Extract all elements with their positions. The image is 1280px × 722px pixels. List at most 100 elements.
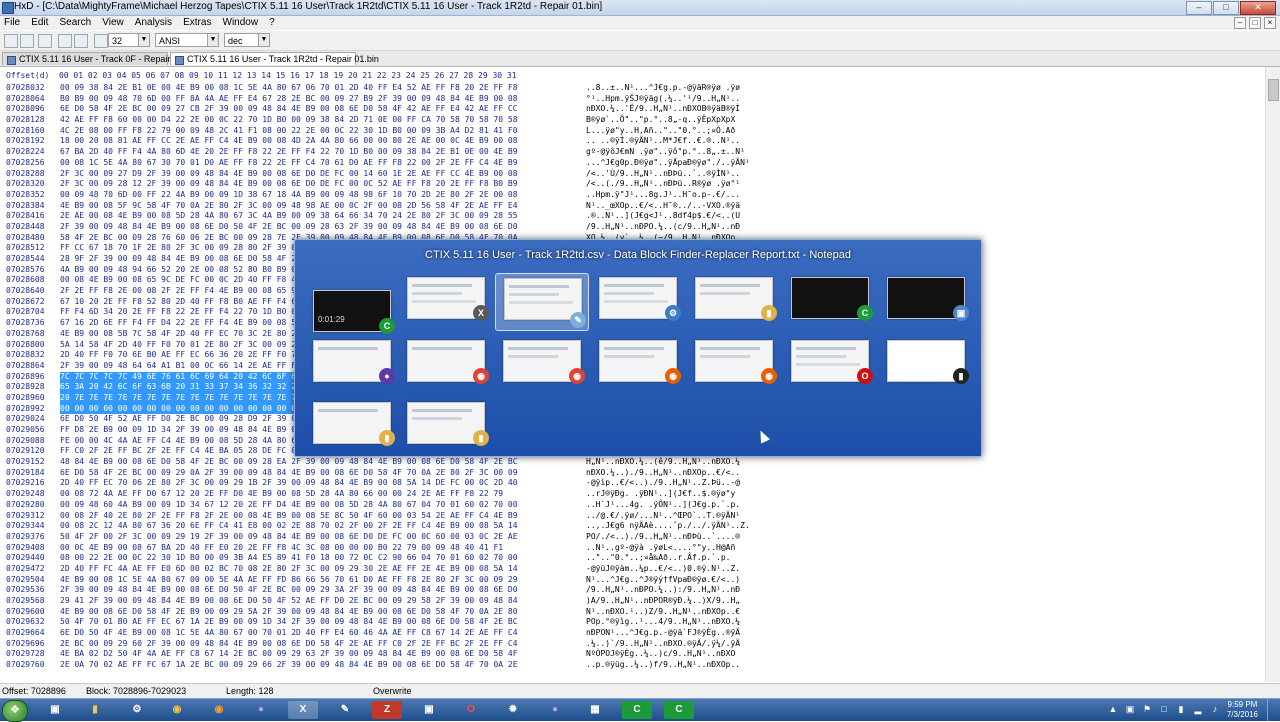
switcher-item-blank-window[interactable]: ▮	[879, 336, 971, 386]
hex-row[interactable]: 07029664 6E D0 50 4F 4E B9 00 08 1C 5E 4A…	[6, 628, 750, 639]
mdi-minimize-button[interactable]: –	[1234, 17, 1246, 29]
taskbar-camtasia-icon[interactable]: C	[622, 701, 652, 719]
open-folder-icon[interactable]	[20, 34, 34, 48]
taskbar-opera-icon[interactable]: O	[456, 701, 486, 719]
row-ascii-text[interactable]: N¹..nÐXO.¹..)Z/9..H„N¹..nÐXOp..€	[586, 607, 740, 618]
hex-row[interactable]: 07029536 2F 39 00 09 48 84 4E B9 00 08 6E…	[6, 585, 750, 596]
hex-row[interactable]: 07028448 2F 39 00 09 48 84 4E B9 00 08 6E…	[6, 222, 750, 233]
row-ascii-text[interactable]: -@ÿüJ®ÿàm..¼p..€/<..)0.®ÿ.N¹..Z.	[586, 564, 740, 575]
row-ascii-text[interactable]: ..".."0.°..;¤å‰Að..r.Âf.p.`.p.	[586, 553, 731, 564]
row-hex-bytes[interactable]: B0 B9 00 09 48 70 6D 00 FF 8A 4A AE FF E…	[60, 94, 586, 105]
switcher-item-firefox-1[interactable]: ◉	[591, 336, 683, 386]
row-hex-bytes[interactable]: 2F 3C 00 09 28 12 2F 39 00 09 48 84 4E B…	[60, 179, 586, 190]
menu-search[interactable]: Search	[55, 16, 95, 30]
hex-row[interactable]: 07028384 4E B9 00 08 5F 9C 58 4F 70 0A 2E…	[6, 201, 750, 212]
tray-flag-icon[interactable]: ⚑	[1142, 704, 1152, 714]
row-hex-bytes[interactable]: 00 08 2C 12 4A 80 67 36 20 6E FF C4 41 E…	[60, 521, 586, 532]
switcher-item-spreadsheet[interactable]: X	[399, 273, 491, 323]
row-hex-bytes[interactable]: 2D 40 FF FC 4A AE FF E0 6D 00 02 BC 70 0…	[60, 564, 586, 575]
row-hex-bytes[interactable]: 4C 2E 08 00 FF F8 22 79 00 09 48 2C 41 F…	[60, 126, 586, 137]
tray-up-arrow-icon[interactable]: ▲	[1108, 704, 1118, 714]
redo-icon[interactable]	[74, 34, 88, 48]
hex-row[interactable]: 07029760 2E 0A 70 02 AE FF FC 67 1A 2E BC…	[6, 660, 750, 671]
switcher-item-control-panel[interactable]: ⚙	[591, 273, 683, 323]
charset-select[interactable]: ANSI ▼	[155, 33, 219, 47]
row-ascii-text[interactable]: ../@.€/.ÿø/...N¹..^ŒPO`..T.®ÿÄN¹	[586, 511, 740, 522]
taskbar-media-app-icon[interactable]: ●	[246, 701, 276, 719]
switcher-item-opera[interactable]: O	[783, 336, 875, 386]
show-desktop-button[interactable]	[1267, 699, 1280, 721]
row-hex-bytes[interactable]: 4E BA 02 D2 50 4F 4A AE FF C8 67 14 2E B…	[60, 649, 586, 660]
row-hex-bytes[interactable]: 50 4F 70 01 B0 AE FF EC 67 1A 2E B9 00 0…	[60, 617, 586, 628]
row-hex-bytes[interactable]: 48 84 4E B9 00 08 6E D0 58 4F 2E BC 00 0…	[60, 457, 586, 468]
row-hex-bytes[interactable]: 2D 40 FF EC 70 06 2E 80 2F 3C 00 09 29 1…	[60, 478, 586, 489]
row-ascii-text[interactable]: ..N¹..gº-@ÿà .ÿøL<....°"y..H@Añ	[586, 543, 735, 554]
row-hex-bytes[interactable]: 00 08 1C 5E 4A 80 67 30 70 01 D0 AE FF F…	[60, 158, 586, 169]
taskbar-control-panel-icon[interactable]: ⚙	[122, 701, 152, 719]
menu-edit[interactable]: Edit	[27, 16, 52, 30]
row-hex-bytes[interactable]: 67 BA 2D 40 FF F4 4A 80 6D 4E 20 2E FF F…	[60, 147, 586, 158]
taskbar-firefox-icon[interactable]: ◉	[204, 701, 234, 719]
taskbar-window-icon[interactable]: ▣	[414, 701, 444, 719]
offset-base-select[interactable]: dec ▼	[224, 33, 270, 47]
hex-row[interactable]: 07029504 4E B9 00 08 1C 5E 4A 80 67 00 00…	[6, 575, 750, 586]
switcher-item-notepad-report[interactable]: ✎	[495, 273, 589, 331]
row-ascii-text[interactable]: )A/9..H„N¹..nÐPOR®ÿÐ.¼..)X/9..H„	[586, 596, 740, 607]
row-ascii-text[interactable]: ..p.®ÿüg..¼..)f/9..H„N¹..nÐXOp..	[586, 660, 740, 671]
taskbar-notepad-icon[interactable]: ✎	[330, 701, 360, 719]
menu-file[interactable]: File	[0, 16, 24, 30]
hex-row[interactable]: 07029472 2D 40 FF FC 4A AE FF E0 6D 00 02…	[6, 564, 750, 575]
hex-row[interactable]: 07029216 2D 40 FF EC 70 06 2E 80 2F 3C 00…	[6, 478, 750, 489]
row-ascii-text[interactable]: PO/./<..)./9..H„N¹..nÐÞü..`....®	[586, 532, 740, 543]
hex-row[interactable]: 07028320 2F 3C 00 09 28 12 2F 39 00 09 48…	[6, 179, 750, 190]
row-hex-bytes[interactable]: 2F 3C 00 09 27 D9 2F 39 00 09 48 84 4E B…	[60, 169, 586, 180]
row-ascii-text[interactable]: ..,.J€g6 nÿÄAè....ˆp./../.ÿÄN¹..Z.	[586, 521, 750, 532]
switcher-item-dark-window[interactable]: ▣	[879, 273, 971, 323]
tray-monitor-icon[interactable]: □	[1159, 704, 1169, 714]
hex-row[interactable]: 07028160 4C 2E 08 00 FF F8 22 79 00 09 48…	[6, 126, 750, 137]
row-hex-bytes[interactable]: 2F 39 00 09 48 84 4E B9 00 08 6E D0 50 4…	[60, 222, 586, 233]
row-ascii-text[interactable]: /9..H„N¹..nÐPO.¼..(c/9..H„N¹..nÐ	[586, 222, 740, 233]
hex-row[interactable]: 07028224 67 BA 2D 40 FF F4 4A 80 6D 4E 20…	[6, 147, 750, 158]
hex-row[interactable]: 07029696 2E BC 00 09 29 60 2F 39 00 09 48…	[6, 639, 750, 650]
switcher-item-camtasia-editor[interactable]: C	[783, 273, 875, 323]
row-hex-bytes[interactable]: 2E BC 00 09 29 60 2F 39 00 09 48 84 4E B…	[60, 639, 586, 650]
hex-row[interactable]: 07029408 00 0C 4E B9 00 08 67 BA 2D 40 FF…	[6, 543, 750, 554]
row-hex-bytes[interactable]: 4E B9 00 08 6E D0 58 4F 2E B9 00 09 29 5…	[60, 607, 586, 618]
row-hex-bytes[interactable]: 2E 0A 70 02 AE FF FC 67 1A 2E BC 00 09 2…	[60, 660, 586, 671]
row-hex-bytes[interactable]: 18 00 20 08 81 AE FF CC 2E AE FF C4 4E B…	[60, 136, 586, 147]
hex-row[interactable]: 07029280 00 09 48 60 4A B9 00 09 1D 34 67…	[6, 500, 750, 511]
vertical-scrollbar[interactable]	[1265, 67, 1280, 682]
row-ascii-text[interactable]: L...ÿø"y..H,Añ..".."0.°..;¤Ò.Að	[586, 126, 735, 137]
menu-analysis[interactable]: Analysis	[131, 16, 176, 30]
row-ascii-text[interactable]: ..8..±..N¹...^J€g.p.-@ÿäR®ÿø .ÿø	[586, 83, 740, 94]
switcher-item-folder[interactable]: ▮	[687, 273, 779, 323]
row-ascii-text[interactable]: /9..H„N¹..nÐPO.¼..):/9..H„N¹..nÐ	[586, 585, 740, 596]
tray-network-icon[interactable]: ▣	[1125, 704, 1135, 714]
taskbar-hxd-icon[interactable]: X	[288, 701, 318, 719]
row-ascii-text[interactable]: nÐXO.¼..'Ë/9..H„N¹..nÐXOB®ÿäB®ÿÌ	[586, 104, 740, 115]
row-hex-bytes[interactable]: 2F 39 00 09 48 84 4E B9 00 08 6E D0 50 4…	[60, 585, 586, 596]
minimize-button[interactable]: –	[1186, 1, 1212, 15]
hex-row[interactable]: 07028032 00 09 38 84 2E B1 0E 00 4E B9 00…	[6, 83, 750, 94]
row-ascii-text[interactable]: H„N¹..nÐXO.¼..(ê/9..H„N¹..nÐXO.¼	[586, 457, 740, 468]
row-hex-bytes[interactable]: 00 0C 4E B9 00 08 67 BA 2D 40 FF E0 20 2…	[60, 543, 586, 554]
hxd-app-icon[interactable]	[2, 2, 14, 14]
hex-row[interactable]: 07029376 50 4F 2F 00 2F 3C 00 09 29 19 2F…	[6, 532, 750, 543]
row-hex-bytes[interactable]: 00 08 72 4A AE FF D0 67 12 20 2E FF D0 4…	[60, 489, 586, 500]
row-ascii-text[interactable]: -@ÿìp..€/<..)./9..H„N¹..Z.Þü..-@	[586, 478, 740, 489]
hex-row[interactable]: 07029728 4E BA 02 D2 50 4F 4A AE FF C8 67…	[6, 649, 750, 660]
switcher-item-folder-2[interactable]: ▮	[305, 398, 397, 448]
hex-row[interactable]: 07028416 2E AE 00 08 4E B9 00 08 5D 28 4A…	[6, 211, 750, 222]
taskbar-clock[interactable]: 9:59 PM 7/3/2016	[1227, 700, 1258, 720]
hex-row[interactable]: 07029632 50 4F 70 01 B0 AE FF EC 67 1A 2E…	[6, 617, 750, 628]
row-hex-bytes[interactable]: 42 AE FF F8 60 00 00 D4 22 2E 00 0C 22 7…	[60, 115, 586, 126]
tray-volume-icon[interactable]: ♪	[1210, 704, 1220, 714]
row-ascii-text[interactable]: ..Hpm.ÿ"J¹...8g.J¹..H˜o.p-.€/...	[586, 190, 740, 201]
taskbar-camtasia-recorder-icon[interactable]: C	[664, 701, 694, 719]
start-button[interactable]: ❖	[2, 700, 28, 722]
hex-row[interactable]: 07028256 00 08 1C 5E 4A 80 67 30 70 01 D0…	[6, 158, 750, 169]
taskbar-chrome-icon[interactable]: ◉	[162, 701, 192, 719]
row-hex-bytes[interactable]: 00 09 48 60 4A B9 00 09 1D 34 67 12 20 2…	[60, 500, 586, 511]
row-ascii-text[interactable]: nÐXO.¼..)./9..H„N¹..nÐXOp..€/<..	[586, 468, 740, 479]
